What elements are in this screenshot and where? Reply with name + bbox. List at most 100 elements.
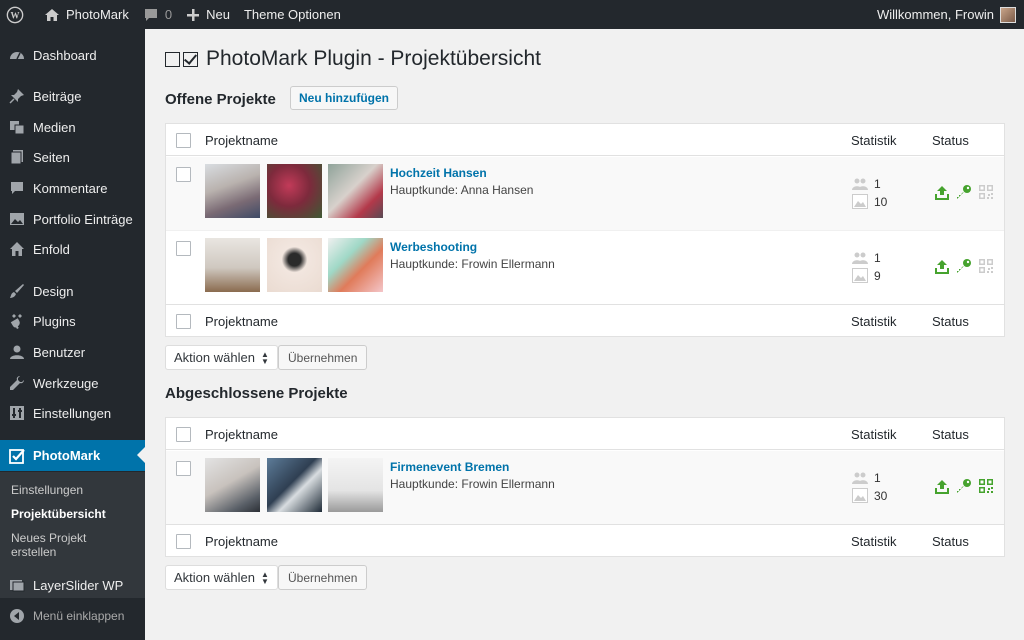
project-thumbnail[interactable] xyxy=(328,238,383,292)
comment-icon xyxy=(143,7,159,23)
comments-link[interactable]: 0 xyxy=(136,0,179,29)
row-checkbox[interactable] xyxy=(176,167,191,182)
column-footer-stat: Statistik xyxy=(851,534,897,549)
comment-icon xyxy=(9,180,25,196)
sidebar-item-photomark[interactable]: PhotoMark xyxy=(0,440,145,471)
qr-code-icon[interactable] xyxy=(978,478,994,494)
apply-button[interactable]: Übernehmen xyxy=(278,565,368,590)
qr-code-icon[interactable] xyxy=(978,184,994,200)
key-icon[interactable] xyxy=(956,258,972,274)
checkbox-checked-icon xyxy=(183,51,198,67)
site-name: PhotoMark xyxy=(66,7,129,22)
admin-sidebar: Dashboard Beiträge Medien Seiten Komment… xyxy=(0,29,145,640)
project-thumbnail[interactable] xyxy=(267,164,322,218)
project-thumbnail[interactable] xyxy=(328,458,383,512)
column-footer-name[interactable]: Projektname xyxy=(205,314,278,329)
images-icon xyxy=(852,268,868,283)
my-account[interactable]: Willkommen, Frowin xyxy=(877,6,1024,23)
plugin-icon xyxy=(9,313,25,329)
sidebar-label: Seiten xyxy=(33,149,70,165)
sidebar-item-medien[interactable]: Medien xyxy=(0,112,145,142)
column-header-status: Status xyxy=(932,427,969,442)
sidebar-item-layerslider[interactable]: LayerSlider WP xyxy=(0,570,145,600)
add-new-button[interactable]: Neu hinzufügen xyxy=(290,86,398,110)
sidebar-item-werkzeuge[interactable]: Werkzeuge xyxy=(0,368,145,398)
select-all-checkbox[interactable] xyxy=(176,314,191,329)
key-icon[interactable] xyxy=(956,184,972,200)
closed-projects-heading: Abgeschlossene Projekte xyxy=(165,385,348,402)
settings-icon xyxy=(9,405,25,421)
people-icon xyxy=(852,176,868,191)
upload-icon[interactable] xyxy=(934,258,950,274)
portfolio-icon xyxy=(9,211,25,227)
sidebar-item-portfolio[interactable]: Portfolio Einträge xyxy=(0,204,145,234)
bulk-action-value: Aktion wählen xyxy=(174,350,255,365)
qr-code-icon[interactable] xyxy=(978,258,994,274)
status-actions xyxy=(934,184,994,200)
pages-icon xyxy=(9,149,25,165)
select-all-checkbox[interactable] xyxy=(176,534,191,549)
column-footer-status: Status xyxy=(932,314,969,329)
sidebar-item-kommentare[interactable]: Kommentare xyxy=(0,173,145,203)
bulk-action-value: Aktion wählen xyxy=(174,570,255,585)
project-title-link[interactable]: Firmenevent Bremen xyxy=(390,460,509,474)
project-thumbnail[interactable] xyxy=(205,238,260,292)
project-thumbnail[interactable] xyxy=(205,164,260,218)
submenu-neues-projekt[interactable]: Neues Projekt erstellen xyxy=(11,531,106,559)
open-projects-table: Projektname Statistik Status Hochzeit Ha… xyxy=(165,123,1005,337)
submenu-einstellungen[interactable]: Einstellungen xyxy=(11,483,136,497)
sidebar-label: Enfold xyxy=(33,241,70,257)
plus-icon xyxy=(186,8,200,22)
column-header-stat: Statistik xyxy=(851,133,897,148)
row-checkbox[interactable] xyxy=(176,461,191,476)
project-thumbnail[interactable] xyxy=(205,458,260,512)
brush-icon xyxy=(9,283,25,299)
column-header-name[interactable]: Projektname xyxy=(205,133,278,148)
sidebar-item-plugins[interactable]: Plugins xyxy=(0,306,145,336)
project-thumbnail[interactable] xyxy=(328,164,383,218)
wordpress-logo[interactable]: W xyxy=(0,0,37,29)
project-client: Hauptkunde: Anna Hansen xyxy=(390,183,534,197)
stat-persons-value: 1 xyxy=(874,470,881,485)
select-all-checkbox[interactable] xyxy=(176,427,191,442)
home-icon xyxy=(44,7,60,23)
project-thumbnail[interactable] xyxy=(267,238,322,292)
sidebar-label: Medien xyxy=(33,119,76,135)
upload-icon[interactable] xyxy=(934,478,950,494)
stat-images-value: 30 xyxy=(874,488,888,503)
sidebar-item-benutzer[interactable]: Benutzer xyxy=(0,337,145,367)
sidebar-item-dashboard[interactable]: Dashboard xyxy=(0,40,145,70)
new-content-link[interactable]: Neu xyxy=(179,0,237,29)
sidebar-item-enfold[interactable]: Enfold xyxy=(0,234,145,264)
bulk-action-select[interactable]: Aktion wählen ▲ ▼ xyxy=(165,345,278,370)
user-icon xyxy=(9,344,25,360)
theme-options-link[interactable]: Theme Optionen xyxy=(237,0,348,29)
stat-persons-value: 1 xyxy=(874,250,881,265)
sidebar-label: Portfolio Einträge xyxy=(33,211,133,227)
sidebar-item-design[interactable]: Design xyxy=(0,276,145,306)
project-thumbnail[interactable] xyxy=(267,458,322,512)
project-title-link[interactable]: Hochzeit Hansen xyxy=(390,166,487,180)
bulk-action-select[interactable]: Aktion wählen ▲ ▼ xyxy=(165,565,278,590)
submenu-projektuebersicht[interactable]: Projektübersicht xyxy=(11,507,136,521)
column-header-name[interactable]: Projektname xyxy=(205,427,278,442)
project-title-link[interactable]: Werbeshooting xyxy=(390,240,477,254)
images-icon xyxy=(852,488,868,503)
sidebar-label: Design xyxy=(33,283,74,299)
stat-persons-value: 1 xyxy=(874,176,881,191)
sidebar-item-seiten[interactable]: Seiten xyxy=(0,142,145,172)
key-icon[interactable] xyxy=(956,478,972,494)
column-footer-name[interactable]: Projektname xyxy=(205,534,278,549)
status-actions xyxy=(934,478,994,494)
collapse-arrow-icon xyxy=(9,608,25,624)
site-name-link[interactable]: PhotoMark xyxy=(37,0,136,29)
apply-button[interactable]: Übernehmen xyxy=(278,345,368,370)
open-projects-heading: Offene Projekte xyxy=(165,91,276,108)
upload-icon[interactable] xyxy=(934,184,950,200)
collapse-menu-button[interactable]: Menü einklappen xyxy=(0,601,145,631)
row-checkbox[interactable] xyxy=(176,241,191,256)
sidebar-item-einstellungen[interactable]: Einstellungen xyxy=(0,398,145,428)
column-footer-status: Status xyxy=(932,534,969,549)
sidebar-item-beitraege[interactable]: Beiträge xyxy=(0,81,145,111)
select-all-checkbox[interactable] xyxy=(176,133,191,148)
